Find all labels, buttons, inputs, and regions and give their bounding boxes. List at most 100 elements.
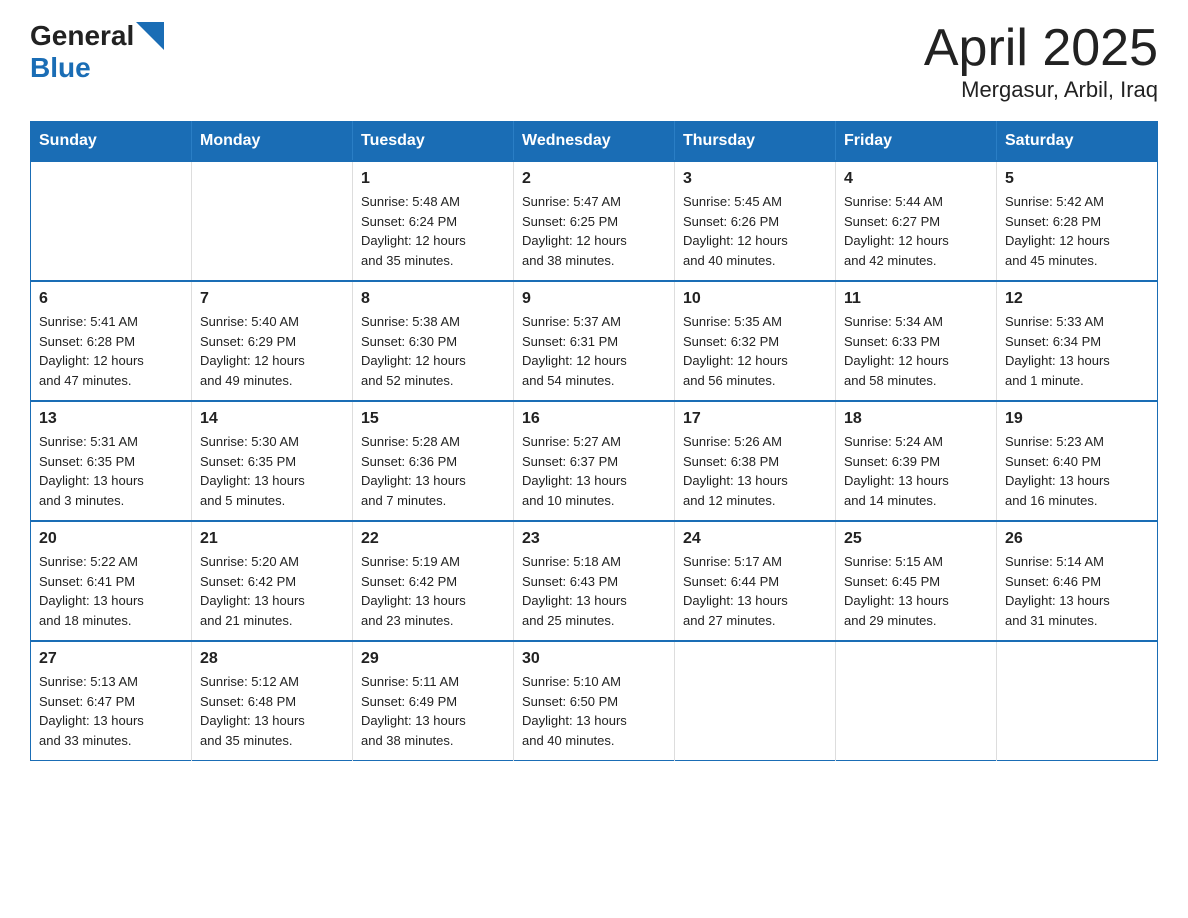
calendar-body: 1 Sunrise: 5:48 AM Sunset: 6:24 PM Daylig… <box>31 161 1158 761</box>
day-number: 7 <box>200 290 344 308</box>
calendar-cell: 12 Sunrise: 5:33 AM Sunset: 6:34 PM Dayli… <box>997 281 1158 401</box>
day-number: 4 <box>844 170 988 188</box>
calendar-cell <box>675 641 836 761</box>
day-info: Sunrise: 5:47 AM Sunset: 6:25 PM Dayligh… <box>522 192 666 270</box>
logo-general-text: General <box>30 20 134 52</box>
calendar-cell: 16Sunrise: 5:27 AM Sunset: 6:37 PM Dayli… <box>514 401 675 521</box>
day-info: Sunrise: 5:31 AM Sunset: 6:35 PM Dayligh… <box>39 432 183 510</box>
day-number: 25 <box>844 530 988 548</box>
day-number: 10 <box>683 290 827 308</box>
calendar-cell: 26Sunrise: 5:14 AM Sunset: 6:46 PM Dayli… <box>997 521 1158 641</box>
calendar-cell: 24 Sunrise: 5:17 AM Sunset: 6:44 PM Dayli… <box>675 521 836 641</box>
day-number: 29 <box>361 650 505 668</box>
day-info: Sunrise: 5:13 AM Sunset: 6:47 PM Dayligh… <box>39 672 183 750</box>
day-number: 26 <box>1005 530 1149 548</box>
day-number: 24 <box>683 530 827 548</box>
calendar-subtitle: Mergasur, Arbil, Iraq <box>924 77 1158 103</box>
calendar-header: SundayMondayTuesdayWednesdayThursdayFrid… <box>31 122 1158 162</box>
day-info: Sunrise: 5:28 AM Sunset: 6:36 PM Dayligh… <box>361 432 505 510</box>
day-number: 14 <box>200 410 344 428</box>
day-number: 18 <box>844 410 988 428</box>
calendar-cell: 18 Sunrise: 5:24 AM Sunset: 6:39 PM Dayli… <box>836 401 997 521</box>
day-info: Sunrise: 5:34 AM Sunset: 6:33 PM Dayligh… <box>844 312 988 390</box>
day-number: 5 <box>1005 170 1149 188</box>
page-header: General Blue April 2025 Mergasur, Arbil,… <box>30 20 1158 103</box>
calendar-cell: 28 Sunrise: 5:12 AM Sunset: 6:48 PM Dayli… <box>192 641 353 761</box>
calendar-table: SundayMondayTuesdayWednesdayThursdayFrid… <box>30 121 1158 761</box>
calendar-cell: 1 Sunrise: 5:48 AM Sunset: 6:24 PM Daylig… <box>353 161 514 281</box>
calendar-cell <box>31 161 192 281</box>
logo-blue-text: Blue <box>30 52 91 84</box>
day-number: 17 <box>683 410 827 428</box>
day-number: 13 <box>39 410 183 428</box>
day-info: Sunrise: 5:40 AM Sunset: 6:29 PM Dayligh… <box>200 312 344 390</box>
day-number: 6 <box>39 290 183 308</box>
day-number: 27 <box>39 650 183 668</box>
day-number: 23 <box>522 530 666 548</box>
calendar-cell: 30 Sunrise: 5:10 AM Sunset: 6:50 PM Dayli… <box>514 641 675 761</box>
weekday-header-row: SundayMondayTuesdayWednesdayThursdayFrid… <box>31 122 1158 162</box>
calendar-title: April 2025 <box>924 20 1158 77</box>
calendar-cell: 15Sunrise: 5:28 AM Sunset: 6:36 PM Dayli… <box>353 401 514 521</box>
day-info: Sunrise: 5:15 AM Sunset: 6:45 PM Dayligh… <box>844 552 988 630</box>
day-info: Sunrise: 5:48 AM Sunset: 6:24 PM Dayligh… <box>361 192 505 270</box>
day-info: Sunrise: 5:22 AM Sunset: 6:41 PM Dayligh… <box>39 552 183 630</box>
weekday-header-wednesday: Wednesday <box>514 122 675 162</box>
calendar-cell: 23 Sunrise: 5:18 AM Sunset: 6:43 PM Dayli… <box>514 521 675 641</box>
calendar-cell: 22Sunrise: 5:19 AM Sunset: 6:42 PM Dayli… <box>353 521 514 641</box>
calendar-cell: 10Sunrise: 5:35 AM Sunset: 6:32 PM Dayli… <box>675 281 836 401</box>
logo: General Blue <box>30 20 164 84</box>
day-info: Sunrise: 5:45 AM Sunset: 6:26 PM Dayligh… <box>683 192 827 270</box>
calendar-cell: 9Sunrise: 5:37 AM Sunset: 6:31 PM Daylig… <box>514 281 675 401</box>
day-info: Sunrise: 5:27 AM Sunset: 6:37 PM Dayligh… <box>522 432 666 510</box>
calendar-cell: 14Sunrise: 5:30 AM Sunset: 6:35 PM Dayli… <box>192 401 353 521</box>
day-info: Sunrise: 5:44 AM Sunset: 6:27 PM Dayligh… <box>844 192 988 270</box>
calendar-cell: 21 Sunrise: 5:20 AM Sunset: 6:42 PM Dayli… <box>192 521 353 641</box>
day-info: Sunrise: 5:38 AM Sunset: 6:30 PM Dayligh… <box>361 312 505 390</box>
weekday-header-sunday: Sunday <box>31 122 192 162</box>
day-number: 21 <box>200 530 344 548</box>
day-number: 20 <box>39 530 183 548</box>
day-number: 30 <box>522 650 666 668</box>
calendar-week-row: 13 Sunrise: 5:31 AM Sunset: 6:35 PM Dayli… <box>31 401 1158 521</box>
day-number: 11 <box>844 290 988 308</box>
day-info: Sunrise: 5:17 AM Sunset: 6:44 PM Dayligh… <box>683 552 827 630</box>
day-info: Sunrise: 5:11 AM Sunset: 6:49 PM Dayligh… <box>361 672 505 750</box>
day-info: Sunrise: 5:42 AM Sunset: 6:28 PM Dayligh… <box>1005 192 1149 270</box>
calendar-cell: 19 Sunrise: 5:23 AM Sunset: 6:40 PM Dayli… <box>997 401 1158 521</box>
day-info: Sunrise: 5:18 AM Sunset: 6:43 PM Dayligh… <box>522 552 666 630</box>
calendar-week-row: 6 Sunrise: 5:41 AM Sunset: 6:28 PM Daylig… <box>31 281 1158 401</box>
calendar-cell: 6 Sunrise: 5:41 AM Sunset: 6:28 PM Daylig… <box>31 281 192 401</box>
day-number: 12 <box>1005 290 1149 308</box>
calendar-cell: 13 Sunrise: 5:31 AM Sunset: 6:35 PM Dayli… <box>31 401 192 521</box>
day-info: Sunrise: 5:10 AM Sunset: 6:50 PM Dayligh… <box>522 672 666 750</box>
day-number: 3 <box>683 170 827 188</box>
calendar-week-row: 20 Sunrise: 5:22 AM Sunset: 6:41 PM Dayli… <box>31 521 1158 641</box>
day-number: 1 <box>361 170 505 188</box>
day-number: 19 <box>1005 410 1149 428</box>
day-info: Sunrise: 5:41 AM Sunset: 6:28 PM Dayligh… <box>39 312 183 390</box>
weekday-header-saturday: Saturday <box>997 122 1158 162</box>
calendar-cell: 29 Sunrise: 5:11 AM Sunset: 6:49 PM Dayli… <box>353 641 514 761</box>
day-number: 2 <box>522 170 666 188</box>
day-info: Sunrise: 5:23 AM Sunset: 6:40 PM Dayligh… <box>1005 432 1149 510</box>
logo-triangle-icon <box>136 22 164 50</box>
calendar-cell: 20 Sunrise: 5:22 AM Sunset: 6:41 PM Dayli… <box>31 521 192 641</box>
calendar-cell <box>997 641 1158 761</box>
day-info: Sunrise: 5:20 AM Sunset: 6:42 PM Dayligh… <box>200 552 344 630</box>
day-number: 28 <box>200 650 344 668</box>
calendar-cell: 25 Sunrise: 5:15 AM Sunset: 6:45 PM Dayli… <box>836 521 997 641</box>
day-info: Sunrise: 5:12 AM Sunset: 6:48 PM Dayligh… <box>200 672 344 750</box>
calendar-cell <box>192 161 353 281</box>
calendar-cell: 2 Sunrise: 5:47 AM Sunset: 6:25 PM Daylig… <box>514 161 675 281</box>
calendar-cell: 4 Sunrise: 5:44 AM Sunset: 6:27 PM Daylig… <box>836 161 997 281</box>
day-number: 9 <box>522 290 666 308</box>
day-info: Sunrise: 5:19 AM Sunset: 6:42 PM Dayligh… <box>361 552 505 630</box>
calendar-cell: 27 Sunrise: 5:13 AM Sunset: 6:47 PM Dayli… <box>31 641 192 761</box>
day-info: Sunrise: 5:24 AM Sunset: 6:39 PM Dayligh… <box>844 432 988 510</box>
calendar-cell <box>836 641 997 761</box>
day-info: Sunrise: 5:33 AM Sunset: 6:34 PM Dayligh… <box>1005 312 1149 390</box>
calendar-week-row: 27 Sunrise: 5:13 AM Sunset: 6:47 PM Dayli… <box>31 641 1158 761</box>
calendar-cell: 7 Sunrise: 5:40 AM Sunset: 6:29 PM Daylig… <box>192 281 353 401</box>
weekday-header-thursday: Thursday <box>675 122 836 162</box>
